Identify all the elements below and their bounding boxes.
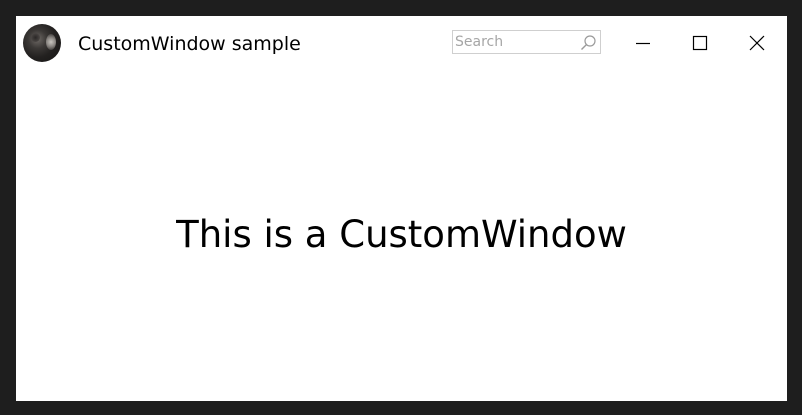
close-icon (749, 35, 765, 51)
search-input[interactable] (455, 32, 575, 52)
close-button[interactable] (734, 24, 780, 62)
custom-window: CustomWindow sample Search This is a Cus… (16, 16, 787, 401)
search-icon[interactable] (580, 34, 597, 51)
content-message: This is a CustomWindow (176, 213, 627, 256)
minimize-button[interactable] (620, 24, 666, 62)
app-icon-highlight (46, 34, 56, 50)
minimize-icon (635, 35, 651, 51)
search-box[interactable] (452, 30, 601, 54)
maximize-icon (692, 35, 708, 51)
window-title: CustomWindow sample (78, 33, 301, 55)
app-icon[interactable] (23, 24, 61, 62)
title-bar[interactable]: CustomWindow sample (16, 16, 787, 70)
maximize-button[interactable] (677, 24, 723, 62)
app-icon-dish (31, 33, 40, 42)
